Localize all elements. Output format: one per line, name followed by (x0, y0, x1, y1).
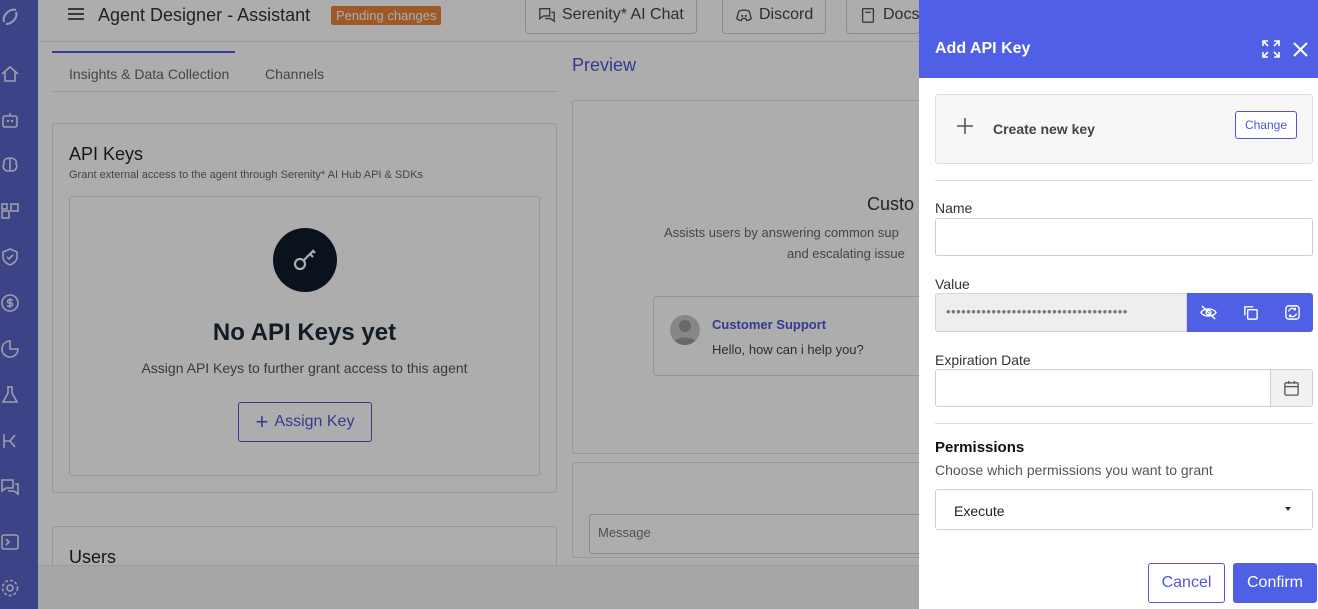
divider (935, 180, 1313, 181)
caret-down-icon (1285, 507, 1291, 511)
expiration-field-group (935, 369, 1313, 407)
confirm-button[interactable]: Confirm (1233, 563, 1317, 603)
expiration-label: Expiration Date (935, 352, 1031, 368)
create-new-key-label: Create new key (993, 121, 1095, 137)
close-icon[interactable] (1292, 41, 1309, 58)
toggle-visibility-button[interactable] (1187, 293, 1229, 332)
name-label: Name (935, 200, 973, 216)
permissions-select[interactable]: Execute (935, 489, 1313, 530)
name-field[interactable] (935, 218, 1313, 256)
drawer-header: Add API Key (919, 0, 1318, 78)
app-root: Agent Designer - Assistant Pending chang… (0, 0, 1318, 609)
drawer-title: Add API Key (935, 40, 1031, 57)
refresh-icon (1284, 305, 1300, 320)
value-label: Value (935, 276, 970, 292)
value-actions (1187, 293, 1313, 332)
eye-off-icon (1199, 305, 1217, 320)
calendar-icon (1284, 380, 1299, 396)
expiration-date-input[interactable] (935, 369, 1271, 407)
expand-icon[interactable] (1262, 40, 1280, 58)
copy-icon (1243, 306, 1258, 320)
calendar-button[interactable] (1270, 369, 1313, 407)
create-new-key-option[interactable]: Create new key Change (935, 94, 1313, 164)
value-field[interactable]: •••••••••••••••••••••••••••••••••••• (935, 293, 1187, 332)
regenerate-button[interactable] (1271, 293, 1313, 332)
permissions-title: Permissions (935, 439, 1025, 456)
divider (935, 423, 1313, 424)
permissions-subtitle: Choose which permissions you want to gra… (935, 462, 1213, 478)
plus-icon (956, 117, 974, 135)
add-api-key-drawer: Add API Key Create new key Change Name V… (919, 0, 1318, 609)
permissions-selected-value: Execute (954, 503, 1005, 519)
change-button[interactable]: Change (1235, 111, 1297, 139)
cancel-button[interactable]: Cancel (1148, 563, 1225, 603)
value-field-group: •••••••••••••••••••••••••••••••••••• (935, 293, 1313, 332)
copy-button[interactable] (1229, 293, 1271, 332)
modal-overlay[interactable] (0, 0, 919, 609)
